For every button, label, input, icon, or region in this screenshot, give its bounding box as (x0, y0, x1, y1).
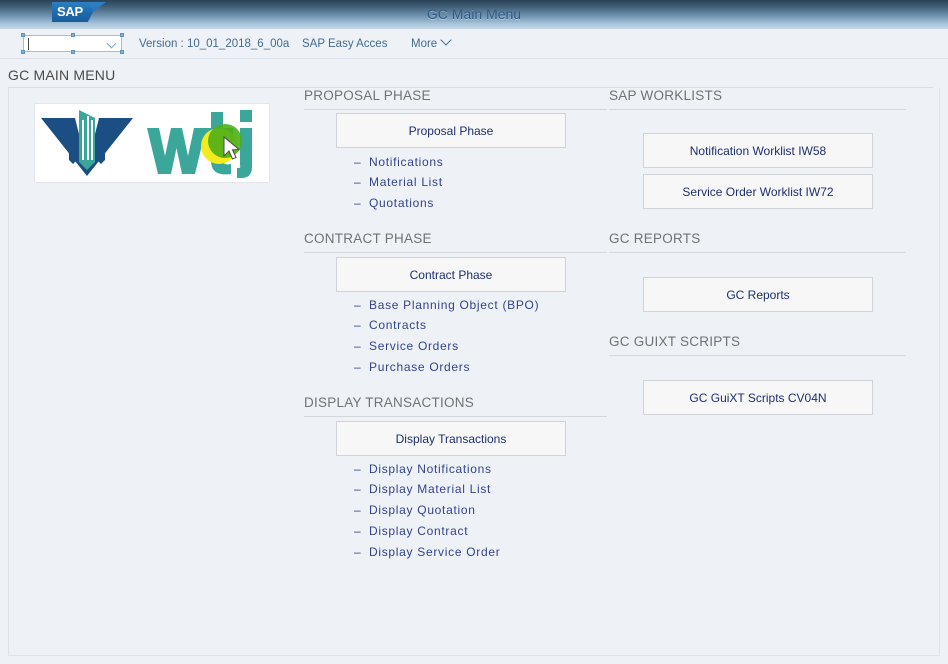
dash-icon: – (354, 545, 369, 559)
link-base-planning-object[interactable]: –Base Planning Object (BPO) (354, 298, 539, 312)
app-header: SAP GC Main Menu (0, 0, 948, 29)
link-label: Contracts (369, 318, 427, 332)
dash-icon: – (354, 175, 369, 189)
resize-handle-top-middle[interactable] (71, 33, 75, 37)
dash-icon: – (354, 196, 369, 210)
link-notifications[interactable]: –Notifications (354, 155, 443, 169)
link-label: Display Material List (369, 482, 491, 496)
dash-icon: – (354, 360, 369, 374)
section-divider (304, 416, 607, 417)
link-label: Material List (369, 175, 443, 189)
section-divider (609, 109, 906, 110)
page-title: GC MAIN MENU (8, 67, 115, 83)
section-divider (609, 252, 906, 253)
section-divider (609, 355, 906, 356)
company-logo (34, 103, 270, 183)
link-label: Display Quotation (369, 503, 476, 517)
resize-handle-top-left[interactable] (21, 33, 25, 37)
version-label: Version : 10_01_2018_6_00a (139, 29, 289, 59)
more-menu-label: More (411, 38, 437, 50)
dash-icon: – (354, 155, 369, 169)
link-contracts[interactable]: –Contracts (354, 318, 427, 332)
dash-icon: – (354, 318, 369, 332)
button-proposal-phase[interactable]: Proposal Phase (336, 113, 566, 148)
link-label: Notifications (369, 155, 443, 169)
button-contract-phase[interactable]: Contract Phase (336, 257, 566, 292)
dash-icon: – (354, 462, 369, 476)
section-heading-gc-guixt-scripts: GC GUIXT SCRIPTS (609, 334, 740, 349)
chevron-down-icon[interactable] (108, 39, 117, 48)
link-display-service-order[interactable]: –Display Service Order (354, 545, 500, 559)
resize-handle-bottom-left[interactable] (21, 50, 25, 54)
section-divider (304, 109, 607, 110)
chevron-down-icon (442, 36, 451, 45)
link-display-material-list[interactable]: –Display Material List (354, 482, 491, 496)
text-caret (28, 38, 29, 50)
wti-logo-graphic (35, 104, 271, 184)
section-heading-contract-phase: CONTRACT PHASE (304, 231, 432, 246)
content-panel: PROPOSAL PHASE Proposal Phase –Notificat… (8, 88, 940, 656)
link-material-list[interactable]: –Material List (354, 175, 443, 189)
button-notification-worklist-iw58[interactable]: Notification Worklist IW58 (643, 133, 873, 168)
link-label: Purchase Orders (369, 360, 470, 374)
section-heading-gc-reports: GC REPORTS (609, 231, 701, 246)
link-display-contract[interactable]: –Display Contract (354, 524, 468, 538)
link-label: Display Service Order (369, 545, 500, 559)
button-gc-guixt-scripts-cv04n[interactable]: GC GuiXT Scripts CV04N (643, 380, 873, 415)
link-display-notifications[interactable]: –Display Notifications (354, 462, 492, 476)
transaction-combobox[interactable] (21, 33, 124, 54)
resize-handle-top-right[interactable] (120, 33, 124, 37)
window-title: GC Main Menu (0, 0, 948, 29)
resize-handle-bottom-middle[interactable] (71, 50, 75, 54)
link-purchase-orders[interactable]: –Purchase Orders (354, 360, 470, 374)
section-heading-proposal-phase: PROPOSAL PHASE (304, 88, 431, 103)
sap-easy-access-link[interactable]: SAP Easy Acces (302, 29, 387, 59)
resize-handle-bottom-right[interactable] (120, 50, 124, 54)
section-divider (304, 252, 607, 253)
link-label: Base Planning Object (BPO) (369, 298, 539, 312)
toolbar: Version : 10_01_2018_6_00a SAP Easy Acce… (0, 29, 948, 59)
more-menu-button[interactable]: More (411, 29, 451, 59)
link-label: Display Contract (369, 524, 468, 538)
dash-icon: – (354, 482, 369, 496)
dash-icon: – (354, 524, 369, 538)
button-display-transactions[interactable]: Display Transactions (336, 421, 566, 456)
dash-icon: – (354, 298, 369, 312)
button-service-order-worklist-iw72[interactable]: Service Order Worklist IW72 (643, 174, 873, 209)
dash-icon: – (354, 503, 369, 517)
link-quotations[interactable]: –Quotations (354, 196, 434, 210)
dash-icon: – (354, 339, 369, 353)
link-label: Quotations (369, 196, 434, 210)
section-heading-sap-worklists: SAP WORKLISTS (609, 88, 722, 103)
link-label: Service Orders (369, 339, 459, 353)
link-service-orders[interactable]: –Service Orders (354, 339, 459, 353)
link-label: Display Notifications (369, 462, 492, 476)
section-heading-display-transactions: DISPLAY TRANSACTIONS (304, 395, 474, 410)
link-display-quotation[interactable]: –Display Quotation (354, 503, 476, 517)
button-gc-reports[interactable]: GC Reports (643, 277, 873, 312)
